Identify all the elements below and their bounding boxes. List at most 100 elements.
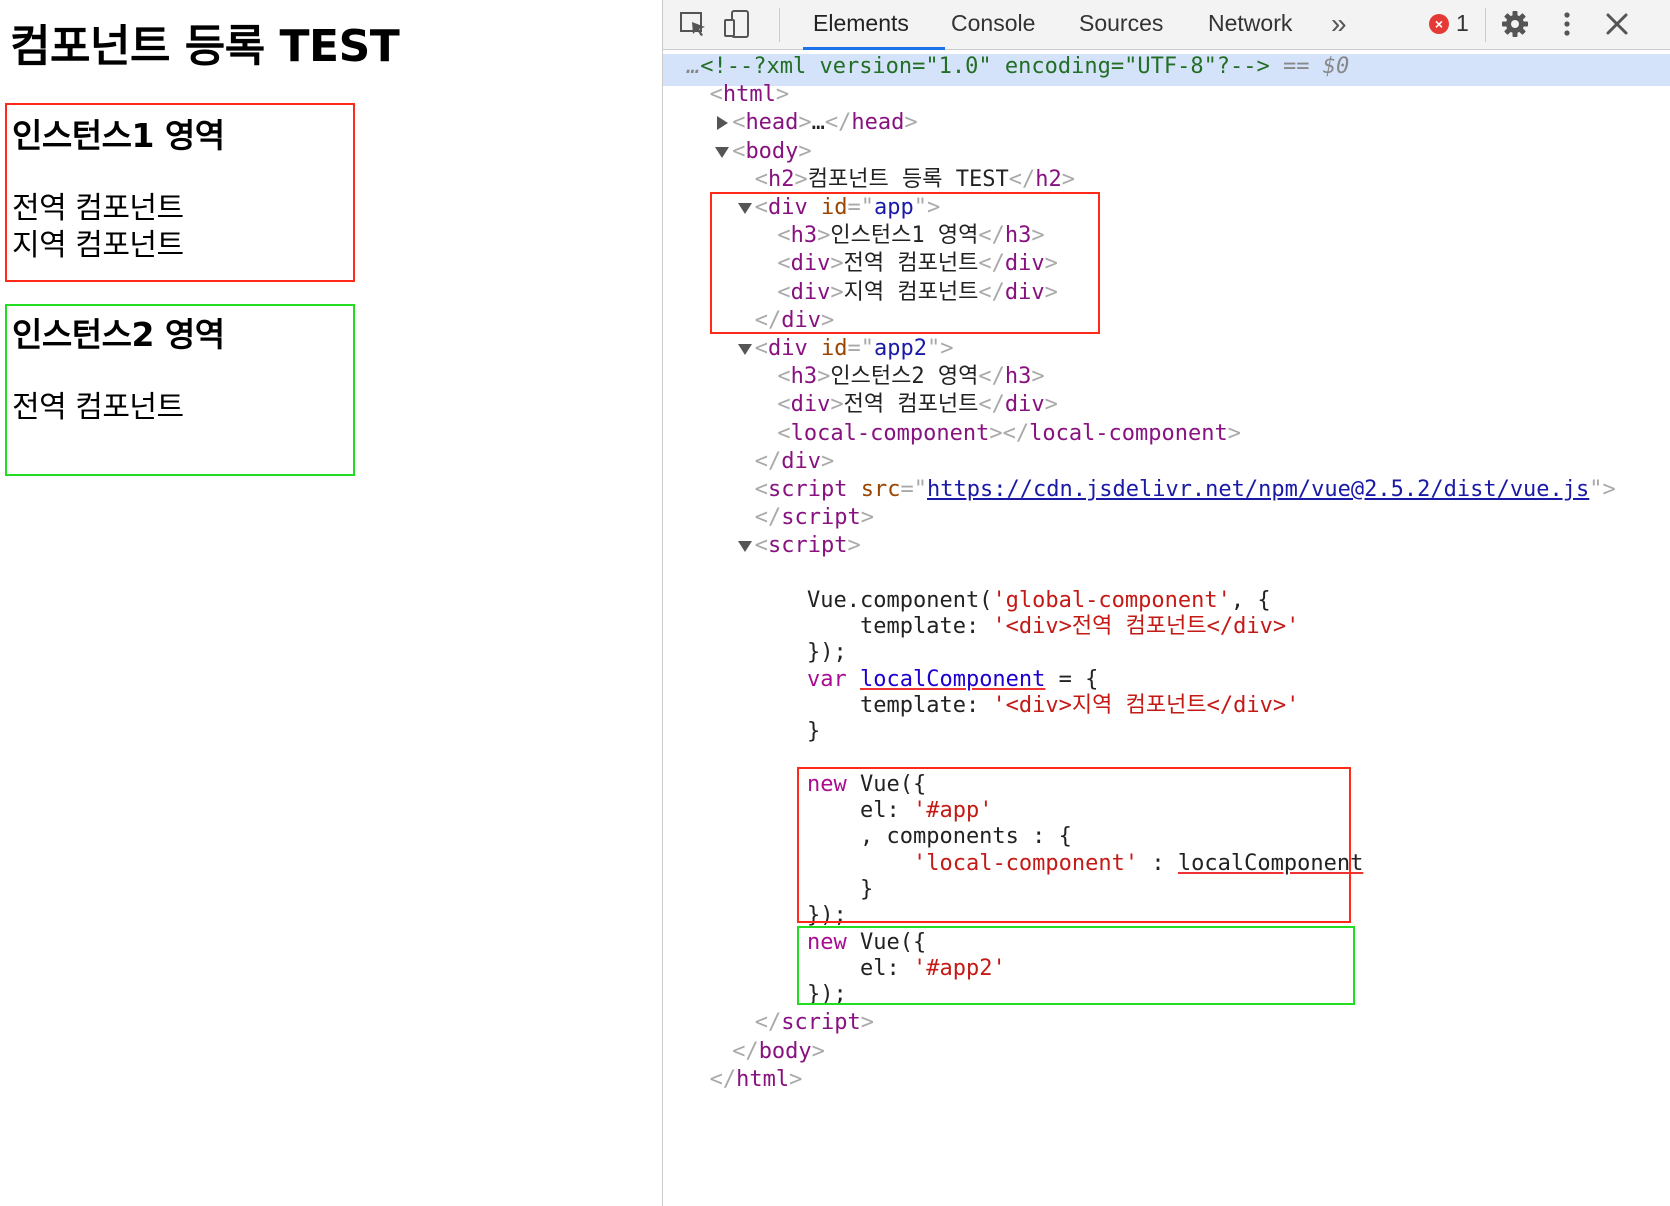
code-token: h2 bbox=[1035, 166, 1062, 192]
code-token: , { bbox=[1230, 587, 1271, 613]
code-token: > bbox=[821, 307, 835, 333]
code-token: div bbox=[781, 307, 822, 333]
code-token: 전역 컴포넌트 bbox=[843, 251, 979, 277]
code-token: < bbox=[732, 138, 746, 164]
dom-node-line[interactable]: <script> bbox=[755, 531, 861, 561]
script-code-line[interactable]: }); bbox=[807, 980, 847, 1010]
dom-node-line[interactable]: <body> bbox=[732, 137, 811, 167]
code-token: > bbox=[1044, 251, 1058, 277]
code-token: localComponent bbox=[1177, 850, 1364, 876]
expand-arrow-down-icon[interactable] bbox=[737, 344, 752, 355]
instance1-heading: 인스턴스1 영역 bbox=[12, 116, 225, 155]
inspect-element-icon[interactable] bbox=[677, 8, 709, 40]
code-token: < bbox=[754, 166, 769, 192]
dom-node-line[interactable]: <local-component></local-component> bbox=[777, 419, 1241, 449]
tab-network[interactable]: Network bbox=[1208, 0, 1292, 50]
dom-node-line[interactable]: </body> bbox=[732, 1037, 825, 1067]
code-token: </ bbox=[754, 448, 782, 474]
code-token: localComponent bbox=[859, 666, 1046, 692]
code-token: html bbox=[736, 1066, 790, 1092]
code-token: 컴포넌트 등록 TEST bbox=[807, 166, 1009, 192]
code-token: div bbox=[790, 392, 831, 418]
dom-node-line[interactable]: …<!--?xml version="1.0" encoding="UTF-8"… bbox=[687, 52, 1349, 82]
code-token: </ bbox=[754, 505, 782, 531]
error-icon[interactable]: × bbox=[1429, 14, 1449, 34]
code-token: script bbox=[768, 533, 848, 559]
code-token: </ bbox=[978, 364, 1005, 390]
expand-arrow-right-icon[interactable] bbox=[717, 116, 729, 131]
close-icon[interactable] bbox=[1601, 8, 1633, 40]
code-token: "> bbox=[1589, 477, 1616, 502]
more-tabs-icon[interactable]: » bbox=[1331, 0, 1347, 50]
code-token: > bbox=[794, 166, 808, 192]
code-token: </ bbox=[824, 110, 852, 136]
code-token: > bbox=[775, 82, 790, 108]
code-token: </ bbox=[732, 1038, 759, 1064]
code-token: < bbox=[777, 364, 791, 390]
expand-arrow-down-icon[interactable] bbox=[737, 203, 752, 214]
script-code-line[interactable]: template: '<div>전역 컴포넌트</div>' bbox=[807, 612, 1299, 642]
code-token: =" bbox=[847, 336, 875, 361]
code-token: > bbox=[811, 1038, 825, 1064]
code-token: div bbox=[1004, 279, 1045, 305]
dom-node-line[interactable]: </html> bbox=[710, 1065, 803, 1095]
code-token: '<div>지역 컴포넌트</div>' bbox=[992, 692, 1300, 718]
code-token: : bbox=[1138, 850, 1178, 876]
code-token: "> bbox=[927, 336, 954, 361]
dom-node-line[interactable]: </div> bbox=[755, 306, 835, 336]
dom-node-line[interactable]: </script> bbox=[755, 1008, 874, 1038]
code-token: '#app2' bbox=[912, 955, 1006, 981]
tab-elements[interactable]: Elements bbox=[813, 0, 909, 50]
code-token: > bbox=[847, 533, 861, 559]
code-token: id bbox=[821, 336, 848, 361]
code-token: div bbox=[768, 195, 808, 220]
page-title: 컴포넌트 등록 TEST bbox=[10, 21, 400, 72]
script-src-link[interactable]: https://cdn.jsdelivr.net/npm/vue@2.5.2/d… bbox=[927, 477, 1589, 502]
code-token: new bbox=[807, 929, 860, 955]
code-token: Vue({ bbox=[859, 771, 927, 797]
toolbar-separator bbox=[779, 8, 780, 42]
dom-node-line[interactable]: <div id="app"> bbox=[755, 193, 941, 223]
rendered-page: 컴포넌트 등록 TEST 인스턴스1 영역 전역 컴포넌트 지역 컴포넌트 인스… bbox=[0, 0, 662, 1206]
code-token: , components : { bbox=[807, 824, 1072, 850]
dom-node-line[interactable]: <div id="app2"> bbox=[755, 334, 954, 364]
code-token: > bbox=[817, 364, 831, 390]
dom-node-line[interactable]: <html> bbox=[710, 80, 789, 110]
dom-node-line[interactable]: <h3>인스턴스2 영역</h3> bbox=[777, 362, 1044, 392]
dom-node-line[interactable]: <div>지역 컴포넌트</div> bbox=[777, 278, 1057, 308]
dom-node-line[interactable]: <head>…</head> bbox=[732, 108, 917, 138]
code-token: var bbox=[807, 666, 860, 692]
code-token: > bbox=[817, 223, 831, 249]
code-token: local-component bbox=[1029, 420, 1228, 446]
instance2-region: 인스턴스2 영역 전역 컴포넌트 bbox=[5, 304, 355, 476]
script-code-line[interactable]: template: '<div>지역 컴포넌트</div>' bbox=[807, 691, 1299, 721]
dom-node-line[interactable]: </script> bbox=[755, 503, 874, 533]
dom-node-line[interactable]: <div>전역 컴포넌트</div> bbox=[777, 249, 1057, 279]
code-token: div bbox=[781, 448, 822, 474]
script-code-line[interactable]: } bbox=[807, 717, 820, 747]
code-token: '<div>전역 컴포넌트</div>' bbox=[992, 613, 1300, 639]
dom-node-line[interactable]: </div> bbox=[755, 447, 835, 477]
tab-console[interactable]: Console bbox=[951, 0, 1035, 50]
script-code-line[interactable]: 'local-component' : localComponent bbox=[807, 849, 1363, 879]
device-toolbar-icon[interactable] bbox=[721, 8, 753, 40]
dom-node-line[interactable]: <div>전역 컴포넌트</div> bbox=[777, 390, 1057, 420]
dom-node-line[interactable]: <script src="https://cdn.jsdelivr.net/np… bbox=[755, 475, 1616, 505]
code-token: == bbox=[1269, 54, 1323, 79]
dom-node-line[interactable]: <h3>인스턴스1 영역</h3> bbox=[777, 221, 1044, 251]
expand-arrow-down-icon[interactable] bbox=[715, 146, 730, 158]
code-token: app2 bbox=[874, 336, 928, 361]
code-token: > bbox=[830, 251, 844, 277]
code-token: div bbox=[1004, 251, 1045, 277]
dom-node-line[interactable]: <h2>컴포넌트 등록 TEST</h2> bbox=[755, 165, 1075, 195]
expand-arrow-down-icon[interactable] bbox=[737, 541, 752, 553]
code-token: $0 bbox=[1322, 54, 1350, 79]
error-count[interactable]: 1 bbox=[1456, 0, 1469, 50]
code-token: ></ bbox=[989, 420, 1030, 446]
tab-sources[interactable]: Sources bbox=[1079, 0, 1163, 50]
code-token: src bbox=[860, 477, 901, 502]
kebab-menu-icon[interactable] bbox=[1551, 8, 1583, 40]
settings-gear-icon[interactable] bbox=[1499, 8, 1531, 40]
